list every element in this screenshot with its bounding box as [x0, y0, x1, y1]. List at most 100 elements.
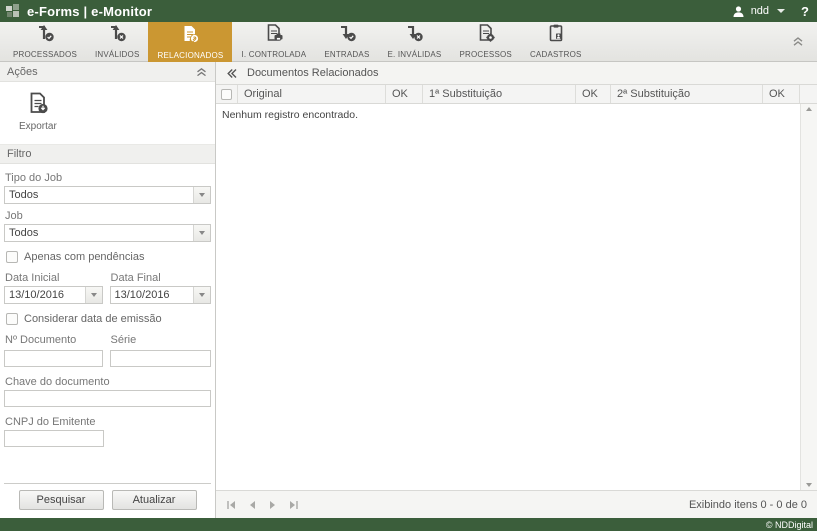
column-header-2a-substituicao[interactable]: 2ª Substituição — [611, 85, 763, 103]
collapse-actions-icon[interactable] — [195, 66, 208, 78]
column-header-ok-2[interactable]: OK — [576, 85, 611, 103]
page-title: Documentos Relacionados — [247, 67, 378, 79]
chave-documento-label: Chave do documento — [5, 376, 210, 388]
copyright-text: © NDDigital — [766, 520, 813, 530]
divider — [4, 483, 211, 484]
scroll-up-icon[interactable] — [806, 107, 812, 111]
job-value: Todos — [5, 225, 193, 241]
job-label: Job — [5, 210, 210, 222]
last-page-icon[interactable] — [289, 500, 299, 510]
column-header-original[interactable]: Original — [238, 85, 386, 103]
dropdown-arrow-icon[interactable] — [193, 225, 210, 241]
considerar-emissao-checkbox[interactable] — [6, 313, 18, 325]
tab-label: PROCESSADOS — [13, 50, 77, 59]
clipboard-person-icon — [546, 23, 566, 48]
tab-label: PROCESSOS — [459, 50, 511, 59]
apenas-pendencias-checkbox[interactable] — [6, 251, 18, 263]
column-header-1a-substituicao[interactable]: 1ª Substituição — [423, 85, 576, 103]
numero-documento-label: Nº Documento — [5, 334, 102, 346]
tab-label: CADASTROS — [530, 50, 582, 59]
actions-section-header: Ações — [0, 62, 215, 82]
job-select[interactable]: Todos — [4, 224, 211, 242]
select-all-cell — [216, 85, 238, 103]
calendar-dropdown-icon[interactable] — [85, 287, 102, 303]
table-body: Nenhum registro encontrado. — [216, 104, 817, 490]
tab-entradas[interactable]: ENTRADAS — [315, 22, 378, 61]
top-bar: e-Forms | e-Monitor ndd ? — [0, 0, 817, 22]
document-attachment-icon — [180, 24, 200, 49]
pagination-status: Exibindo itens 0 - 0 de 0 — [689, 499, 807, 511]
app-title: e-Forms | e-Monitor — [27, 4, 152, 19]
user-menu[interactable]: ndd — [751, 5, 769, 17]
main-panel: Documentos Relacionados Original OK 1ª S… — [216, 62, 817, 518]
numero-documento-input[interactable] — [4, 350, 103, 367]
tab-label: ENTRADAS — [324, 50, 369, 59]
tab-strip: PROCESSADOS INVÁLIDOS RELACIONADOS — [0, 22, 817, 62]
select-all-checkbox[interactable] — [221, 89, 232, 100]
download-check-icon — [337, 23, 357, 48]
sidebar-footer: Pesquisar Atualizar — [0, 483, 215, 518]
previous-page-icon[interactable] — [247, 500, 257, 510]
data-final-field[interactable]: 13/10/2016 — [110, 286, 212, 304]
tipo-do-job-value: Todos — [5, 187, 193, 203]
sidebar: Ações Exportar — [0, 62, 216, 518]
pesquisar-button[interactable]: Pesquisar — [19, 490, 104, 510]
upload-check-icon — [35, 23, 55, 48]
scroll-down-icon[interactable] — [806, 483, 812, 487]
export-document-icon — [26, 91, 50, 118]
tab-label: E. INVÁLIDAS — [387, 50, 441, 59]
empty-message: Nenhum registro encontrado. — [216, 104, 800, 490]
serie-label: Série — [111, 334, 210, 346]
export-button[interactable]: Exportar — [12, 87, 64, 136]
pagination-bar: Exibindo itens 0 - 0 de 0 — [216, 490, 817, 518]
data-inicial-field[interactable]: 13/10/2016 — [4, 286, 103, 304]
ndd-logo-icon — [6, 4, 20, 18]
download-error-icon — [404, 23, 424, 48]
tab-relacionados[interactable]: RELACIONADOS — [148, 22, 232, 62]
apenas-pendencias-row: Apenas com pendências — [6, 251, 209, 263]
column-header-ok-3[interactable]: OK — [763, 85, 800, 103]
data-final-label: Data Final — [111, 272, 210, 284]
calendar-dropdown-icon[interactable] — [193, 287, 210, 303]
column-header-ok-1[interactable]: OK — [386, 85, 423, 103]
tab-label: INVÁLIDOS — [95, 50, 139, 59]
tab-processados[interactable]: PROCESSADOS — [4, 22, 86, 61]
serie-input[interactable] — [110, 350, 212, 367]
upload-error-icon — [107, 23, 127, 48]
help-button[interactable]: ? — [801, 4, 809, 19]
chave-documento-input[interactable] — [4, 390, 211, 407]
tipo-do-job-label: Tipo do Job — [5, 172, 210, 184]
table-header: Original OK 1ª Substituição OK 2ª Substi… — [216, 85, 817, 104]
dropdown-arrow-icon[interactable] — [193, 187, 210, 203]
main-panel-header: Documentos Relacionados — [216, 62, 817, 85]
filter-section-header: Filtro — [0, 144, 215, 164]
tab-invalidos[interactable]: INVÁLIDOS — [86, 22, 148, 61]
tab-i-controlada[interactable]: I. CONTROLADA — [232, 22, 315, 61]
tab-label: RELACIONADOS — [157, 51, 223, 60]
considerar-emissao-row: Considerar data de emissão — [6, 313, 209, 325]
filter-body: Tipo do Job Todos Job Todos Apenas com p… — [0, 164, 215, 483]
tab-cadastros[interactable]: CADASTROS — [521, 22, 591, 61]
next-page-icon[interactable] — [268, 500, 278, 510]
chevron-down-icon[interactable] — [777, 9, 785, 13]
pager-controls — [226, 500, 299, 510]
vertical-scrollbar[interactable] — [800, 104, 817, 490]
document-gear-icon — [476, 23, 496, 48]
apenas-pendencias-label: Apenas com pendências — [24, 251, 144, 263]
tab-processos[interactable]: PROCESSOS — [450, 22, 520, 61]
tab-e-invalidas[interactable]: E. INVÁLIDAS — [378, 22, 450, 61]
atualizar-button[interactable]: Atualizar — [112, 490, 197, 510]
content-area: Ações Exportar — [0, 62, 817, 518]
cnpj-emitente-input[interactable] — [4, 430, 104, 447]
tipo-do-job-select[interactable]: Todos — [4, 186, 211, 204]
first-page-icon[interactable] — [226, 500, 236, 510]
tab-label: I. CONTROLADA — [241, 50, 306, 59]
user-icon — [732, 5, 745, 18]
topbar-right: ndd ? — [732, 4, 809, 19]
export-label: Exportar — [19, 121, 57, 132]
collapse-sidebar-icon[interactable] — [225, 67, 238, 80]
header-filler — [800, 85, 817, 103]
document-printer-icon — [264, 23, 284, 48]
actions-body: Exportar — [0, 82, 215, 144]
collapse-tabstrip-icon[interactable] — [791, 35, 805, 53]
